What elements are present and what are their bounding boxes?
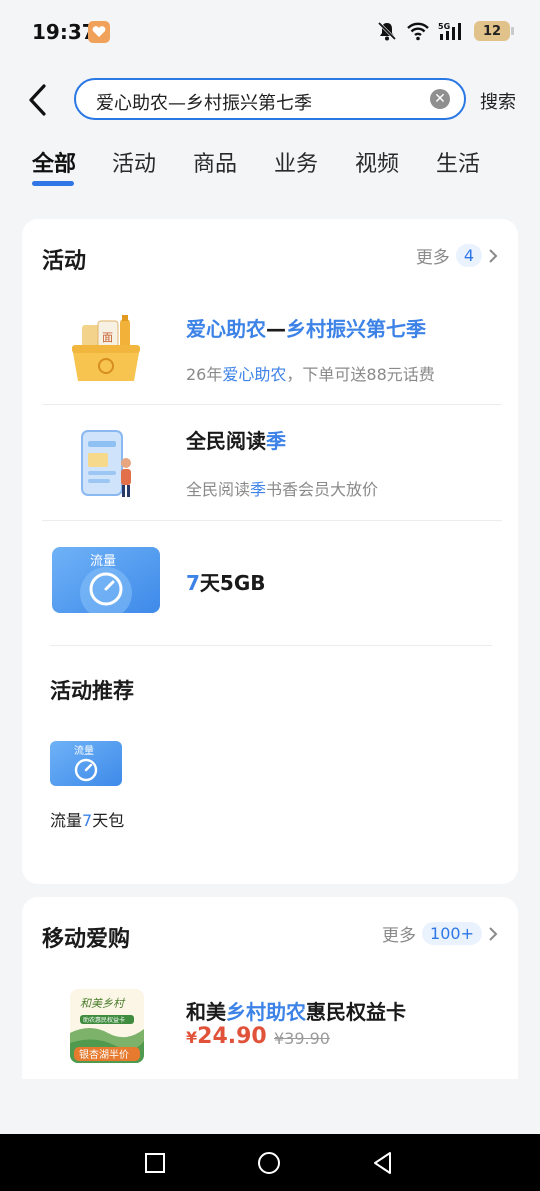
activity-title-highlight: 爱心助农: [186, 317, 266, 341]
tab-video[interactable]: 视频: [355, 146, 399, 178]
tab-all[interactable]: 全部: [32, 146, 76, 178]
activity-desc-highlight: 季: [250, 480, 267, 499]
product-title-highlight: 乡村助农: [226, 1000, 306, 1024]
search-query-text: 爱心助农—乡村振兴第七季: [96, 93, 312, 114]
activity-item[interactable]: 全民阅读季 全民阅读季书香会员大放价: [22, 405, 518, 520]
more-count-badge: 100+: [422, 922, 482, 945]
price-value: 24.90: [197, 1024, 267, 1049]
back-icon[interactable]: [370, 1150, 396, 1176]
section-title: 移动爱购: [42, 927, 131, 952]
data-traffic-icon: 流量: [52, 547, 160, 613]
activity-desc-pre: 26年: [186, 365, 223, 384]
signal-icon: 5G: [438, 22, 461, 40]
recommend-title: 活动推荐: [50, 679, 134, 703]
mute-icon: [377, 21, 397, 41]
status-time: 19:37: [32, 20, 96, 44]
data-traffic-icon[interactable]: 流量: [50, 741, 122, 786]
product-price: ¥24.90: [186, 1024, 267, 1049]
chevron-right-icon: [489, 248, 498, 263]
activity-section: 活动 更多 4 面 爱心助农—乡村振兴第七季 26年爱心助农，下单可送88元话费: [22, 219, 518, 884]
search-input[interactable]: 爱心助农—乡村振兴第七季 ✕: [74, 78, 466, 120]
home-icon[interactable]: [256, 1150, 282, 1176]
activity-desc-pre: 全民阅读: [186, 480, 251, 499]
product-thumb-bottom: 银杏湖半价: [79, 1048, 129, 1061]
svg-text:面: 面: [102, 331, 113, 344]
activity-title-text: 全民阅读: [186, 429, 266, 453]
original-price: ¥39.90: [274, 1029, 330, 1048]
more-count-badge: 4: [455, 244, 482, 267]
system-nav-bar: [0, 1134, 540, 1191]
search-header: 爱心助农—乡村振兴第七季 ✕ 搜索: [0, 72, 540, 128]
product-title-post: 惠民权益卡: [306, 1000, 406, 1024]
activity-title-text: 天5GB: [199, 571, 266, 595]
activity-title-highlight: 7: [186, 571, 200, 595]
activity-item[interactable]: 流量 7天5GB: [22, 521, 518, 645]
app-notification-icon: [88, 21, 110, 43]
wifi-icon: [407, 22, 429, 41]
tab-goods[interactable]: 商品: [193, 146, 237, 178]
activity-desc-highlight: 爱心助农: [222, 365, 287, 384]
status-icons: 5G 12: [376, 20, 514, 42]
shop-section: 移动爱购 更多 100+ 和美乡村 助农惠民权益卡 银杏湖半价 和美乡村助农惠民…: [22, 897, 518, 1079]
more-label: 更多: [382, 926, 417, 946]
category-tabs: 全部 活动 商品 业务 视频 生活: [0, 138, 540, 192]
more-button[interactable]: 更多 4: [416, 243, 498, 268]
active-tab-indicator: [32, 181, 74, 186]
back-arrow-icon[interactable]: [24, 82, 54, 118]
product-thumb-sub: 助农惠民权益卡: [83, 1016, 125, 1024]
activity-item[interactable]: 面 爱心助农—乡村振兴第七季 26年爱心助农，下单可送88元话费: [22, 291, 518, 403]
activity-title-dash: —: [266, 317, 286, 341]
tab-life[interactable]: 生活: [436, 146, 480, 178]
activity-title-highlight-2: 乡村振兴第七季: [286, 317, 426, 341]
product-title[interactable]: 和美乡村助农惠民权益卡: [186, 996, 406, 1025]
clear-icon[interactable]: ✕: [430, 89, 450, 109]
recommend-label-highlight: 7: [82, 811, 93, 830]
tab-activity[interactable]: 活动: [112, 146, 156, 178]
activity-desc-post: ，下单可送88元话费: [286, 365, 435, 384]
product-card-image[interactable]: 和美乡村 助农惠民权益卡 银杏湖半价: [70, 989, 144, 1063]
more-button[interactable]: 更多 100+: [382, 921, 498, 946]
recommend-label-pre: 流量: [50, 811, 83, 830]
activity-title-highlight: 季: [266, 429, 286, 453]
recommend-label[interactable]: 流量7天包: [50, 810, 130, 832]
divider: [50, 645, 492, 646]
battery-level: 12: [482, 23, 502, 39]
grocery-basket-icon: 面: [72, 315, 140, 381]
status-bar: 19:37 5G 12: [0, 0, 540, 62]
reading-phone-icon: [81, 430, 131, 497]
product-title-pre: 和美: [186, 1000, 226, 1024]
price-symbol: ¥: [186, 1028, 198, 1047]
tab-business[interactable]: 业务: [274, 146, 318, 178]
section-title: 活动: [42, 249, 87, 274]
search-button[interactable]: 搜索: [480, 88, 516, 114]
traffic-thumb-text: 流量: [90, 554, 116, 569]
recommend-thumb-text: 流量: [74, 744, 94, 757]
recent-apps-icon[interactable]: [142, 1150, 168, 1176]
product-thumb-caption: 和美乡村: [80, 997, 126, 1010]
activity-desc-post: 书香会员大放价: [266, 480, 379, 499]
chevron-right-icon: [489, 926, 498, 941]
recommend-label-post: 天包: [92, 811, 125, 830]
network-label: 5G: [438, 22, 450, 31]
battery-indicator: 12: [474, 21, 514, 41]
more-label: 更多: [415, 248, 450, 268]
